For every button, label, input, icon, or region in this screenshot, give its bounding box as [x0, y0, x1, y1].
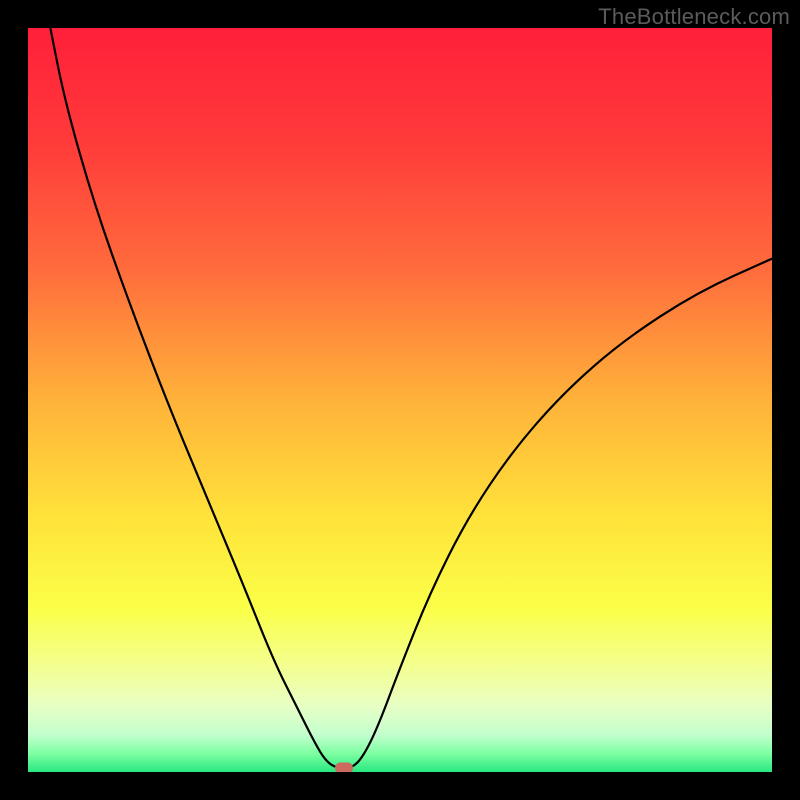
watermark-text: TheBottleneck.com	[598, 4, 790, 30]
optimal-point-marker	[335, 763, 353, 772]
plot-area	[28, 28, 772, 772]
curve-layer	[28, 28, 772, 772]
chart-frame: TheBottleneck.com	[0, 0, 800, 800]
bottleneck-curve	[50, 28, 772, 768]
